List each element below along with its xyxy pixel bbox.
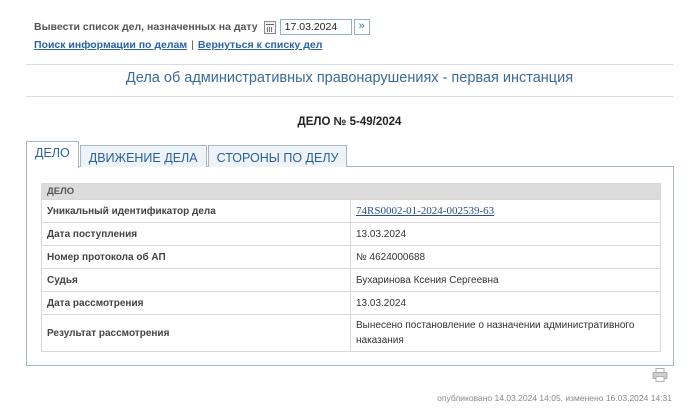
date-filter: Вывести список дел, назначенных на дату … <box>34 17 370 51</box>
date-filter-label: Вывести список дел, назначенных на дату <box>34 21 258 33</box>
row-key: Дата поступления <box>41 222 351 246</box>
date-input[interactable] <box>279 19 352 35</box>
search-cases-link[interactable]: Поиск информации по делам <box>34 39 187 51</box>
page-title: Дела об административных правонарушениях… <box>125 70 574 86</box>
table-row: Судья Бухаринова Ксения Сергеевна <box>41 268 661 292</box>
divider <box>26 64 673 65</box>
row-key: Номер протокола об АП <box>41 245 351 269</box>
printer-icon[interactable] <box>652 368 668 382</box>
row-value: 13.03.2024 <box>350 291 661 315</box>
table-header: ДЕЛО <box>41 183 661 200</box>
row-value: 74RS0002-01-2024-002539-63 <box>350 199 661 223</box>
row-key: Судья <box>41 268 351 292</box>
table-row: Номер протокола об АП № 4624000688 <box>41 245 661 269</box>
nav-links: Поиск информации по делам | Вернуться к сп… <box>34 39 370 51</box>
row-key: Дата рассмотрения <box>41 291 351 315</box>
case-tabs: ДЕЛО ДВИЖЕНИЕ ДЕЛА СТОРОНЫ ПО ДЕЛУ <box>26 140 348 168</box>
case-number: ДЕЛО № 5-49/2024 <box>297 116 402 128</box>
show-list-button[interactable]: » <box>353 19 370 35</box>
row-key: Результат рассмотрения <box>41 314 351 352</box>
table-row: Дата поступления 13.03.2024 <box>41 222 661 246</box>
tab-case[interactable]: ДЕЛО <box>26 141 79 168</box>
row-value: № 4624000688 <box>350 245 661 269</box>
back-to-list-link[interactable]: Вернуться к списку дел <box>198 39 322 51</box>
row-value: Бухаринова Ксения Сергеевна <box>350 268 661 292</box>
tab-case-parties[interactable]: СТОРОНЫ ПО ДЕЛУ <box>207 145 348 167</box>
row-key: Уникальный идентификатор дела <box>41 199 351 223</box>
case-uid-link[interactable]: 74RS0002-01-2024-002539-63 <box>356 205 494 217</box>
case-panel: ДЕЛО Уникальный идентификатор дела 74RS0… <box>26 166 674 366</box>
table-row: Результат рассмотрения Вынесено постанов… <box>41 314 661 352</box>
divider <box>26 96 673 97</box>
calendar-icon[interactable] <box>263 20 276 34</box>
row-value: Вынесено постановление о назначении адми… <box>350 314 661 352</box>
publication-info: опубликовано 14.03.2024 14:05, изменено … <box>437 393 672 403</box>
row-value: 13.03.2024 <box>350 222 661 246</box>
case-info-table: ДЕЛО Уникальный идентификатор дела 74RS0… <box>41 183 661 352</box>
table-row: Уникальный идентификатор дела 74RS0002-0… <box>41 199 661 223</box>
link-separator: | <box>191 39 194 51</box>
tab-case-movement[interactable]: ДВИЖЕНИЕ ДЕЛА <box>79 145 207 167</box>
table-row: Дата рассмотрения 13.03.2024 <box>41 291 661 315</box>
